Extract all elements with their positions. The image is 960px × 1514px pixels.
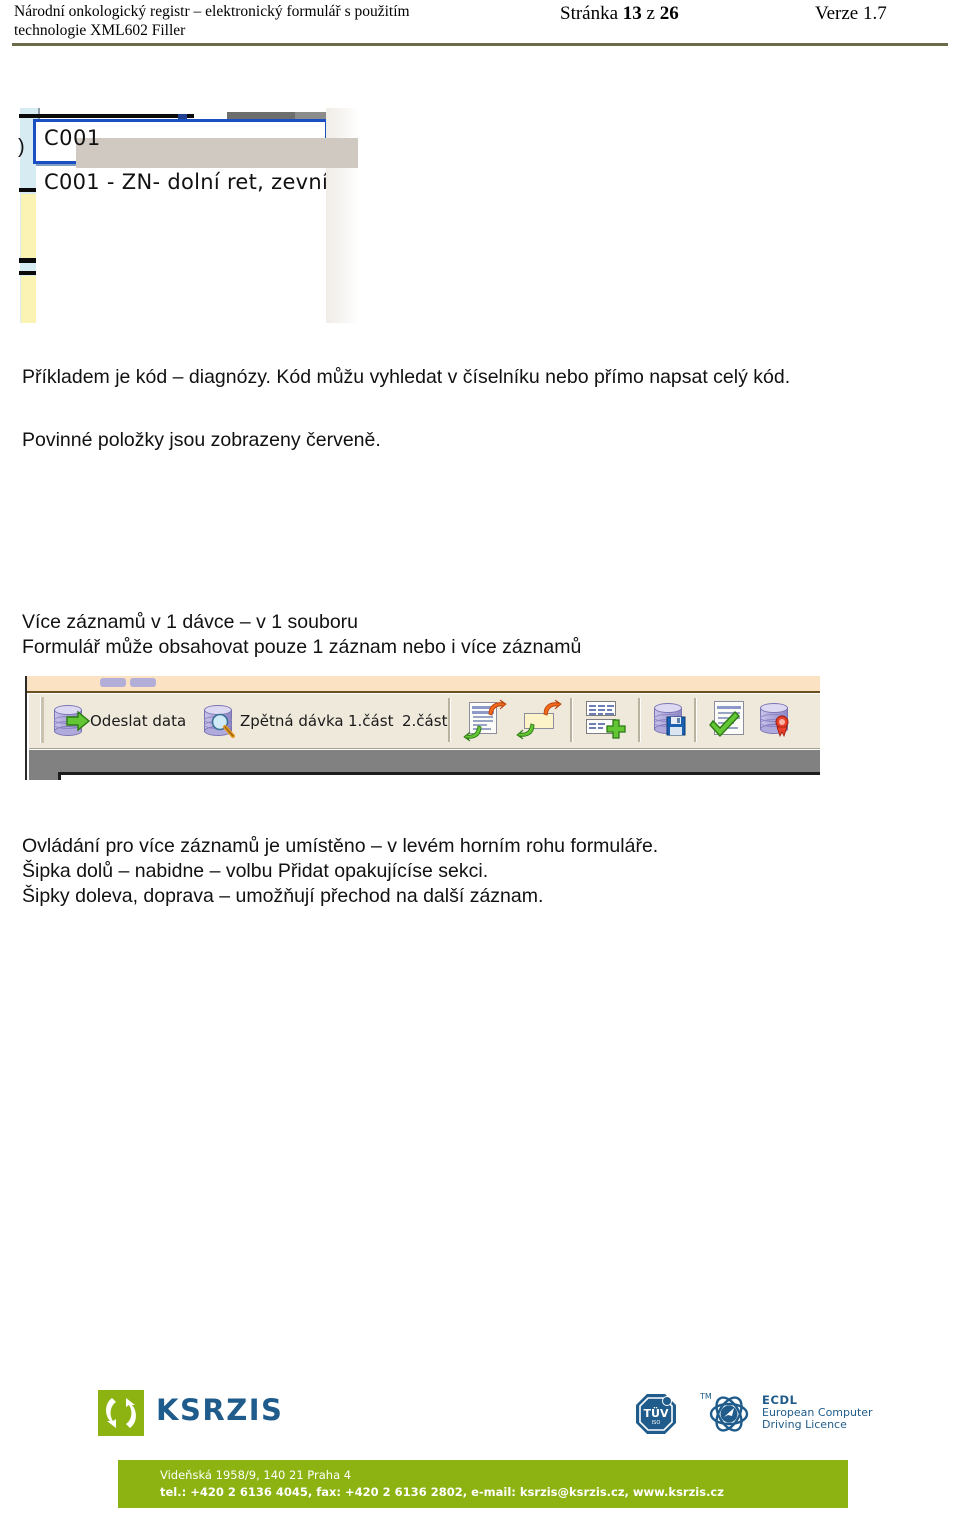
- combobox-selection-highlight: [76, 138, 358, 168]
- database-save-icon[interactable]: [654, 703, 686, 736]
- document-prev-record-icon[interactable]: [463, 699, 507, 742]
- header-divider-rule: [12, 43, 948, 46]
- page-total-number: 26: [659, 3, 679, 24]
- combobox-option-0[interactable]: C001 - ZN- dolní ret, zevní: [44, 170, 328, 194]
- combobox-screenshot: ) C001 C001 - ZN- dolní ret, zevní: [0, 108, 360, 323]
- form-canvas-inner-edge: [58, 772, 820, 780]
- page-header: Národní onkologický registr – elektronic…: [0, 0, 960, 46]
- toolbar-separator-3: [638, 698, 641, 742]
- footnote-line-3: Šipky doleva, doprava – umožňují přechod…: [22, 885, 544, 907]
- footer-contact-details: tel.: +420 2 6136 4045, fax: +420 2 6136…: [160, 1485, 724, 1499]
- ksrzis-logo-mark: [98, 1390, 144, 1436]
- combobox-dropdown-list[interactable]: C001 - ZN- dolní ret, zevní: [36, 164, 328, 323]
- section-heading-line2: Formulář může obsahovat pouze 1 záznam n…: [22, 636, 582, 658]
- form-paren-glyph: ): [18, 136, 25, 158]
- database-send-icon[interactable]: [54, 705, 90, 736]
- page-current-number: 13: [622, 3, 642, 24]
- header-version-label: Verze 1.7: [815, 3, 887, 24]
- paragraph-example: Příkladem je kód – diagnózy. Kód můžu vy…: [22, 366, 791, 388]
- page-prefix-label: Stránka: [560, 3, 619, 24]
- toolbar-screenshot: Odeslat data Zpětná dávka 1.část 2.část: [18, 676, 820, 780]
- database-seal-icon[interactable]: [760, 703, 789, 737]
- window-left-edge: [18, 676, 27, 780]
- send-data-label[interactable]: Odeslat data: [90, 712, 186, 730]
- field-next-record-icon[interactable]: [516, 699, 562, 742]
- database-search-icon[interactable]: [204, 705, 235, 738]
- footer-contact-bar: Videňská 1958/9, 140 21 Praha 4 tel.: +4…: [118, 1460, 848, 1508]
- svg-text:ISO: ISO: [652, 1420, 661, 1426]
- svg-text:TÜV: TÜV: [644, 1406, 669, 1420]
- ecdl-logo-icon: [706, 1392, 752, 1436]
- strip-icon-b: [130, 678, 156, 687]
- toolbar-separator-1: [448, 698, 451, 742]
- paragraph-required-fields: Povinné položky jsou zobrazeny červeně.: [22, 429, 381, 451]
- reverse-batch-label[interactable]: Zpětná dávka: [240, 712, 344, 730]
- toolbar-separator-4: [694, 698, 697, 742]
- tuv-certification-logo: TÜV ISO: [634, 1392, 678, 1436]
- toolbar-separator-2: [570, 698, 573, 742]
- header-document-title: Národní onkologický registr – elektronic…: [14, 2, 534, 40]
- ecdl-title: ECDL: [762, 1393, 798, 1407]
- header-title-line2: technologie XML602 Filler: [14, 22, 186, 39]
- table-add-row-icon[interactable]: [584, 701, 626, 741]
- ecdl-wordmark: ECDL European Computer Driving Licence: [762, 1394, 873, 1432]
- form-top-black-bar: [19, 114, 194, 118]
- page-of-label: z: [646, 3, 655, 24]
- header-title-line1: Národní onkologický registr – elektronic…: [14, 3, 410, 20]
- strip-icon-a: [100, 678, 126, 687]
- toolbar-grip-handle[interactable]: [40, 697, 44, 743]
- part-1-label[interactable]: 1.část: [348, 712, 393, 730]
- ecdl-subtitle-2: Driving Licence: [762, 1418, 847, 1431]
- ksrzis-wordmark: KSRZIS: [156, 1393, 284, 1427]
- document-check-icon[interactable]: [708, 701, 748, 741]
- combobox-input-value[interactable]: C001: [44, 126, 101, 150]
- footer-address: Videňská 1958/9, 140 21 Praha 4: [160, 1468, 352, 1482]
- part-2-label[interactable]: 2.část: [402, 712, 447, 730]
- header-page-number: Stránka 13 z 26: [560, 3, 679, 25]
